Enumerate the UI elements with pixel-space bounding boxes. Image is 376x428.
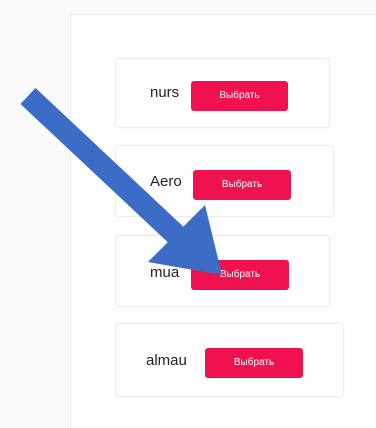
- select-button[interactable]: Выбрать: [191, 81, 288, 111]
- option-label: almau: [146, 352, 187, 369]
- option-label: nurs: [150, 84, 180, 101]
- option-card-nurs: nurs Выбрать: [115, 58, 330, 128]
- option-card-almau: almau Выбрать: [115, 323, 344, 397]
- option-label: mua: [150, 264, 180, 281]
- option-card-mua: mua Выбрать: [115, 235, 330, 307]
- page: nurs Выбрать Aero Выбрать mua Выбрать al…: [0, 0, 376, 428]
- select-button[interactable]: Выбрать: [193, 170, 291, 200]
- select-button[interactable]: Выбрать: [191, 260, 289, 290]
- select-button[interactable]: Выбрать: [205, 348, 303, 378]
- option-card-aero: Aero Выбрать: [115, 145, 334, 217]
- option-label: Aero: [150, 173, 182, 190]
